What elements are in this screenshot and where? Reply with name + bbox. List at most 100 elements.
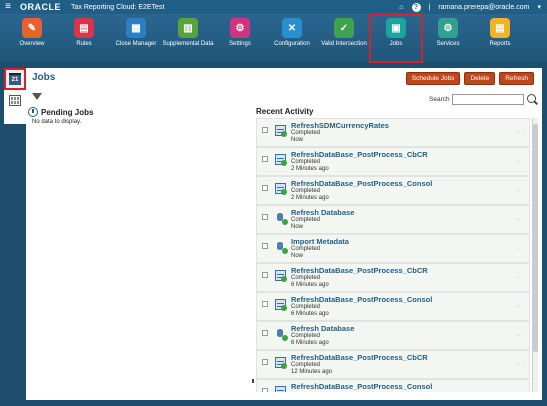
more-actions-icon[interactable]: ··· [516,129,525,136]
settings-icon: ⚙ [230,18,250,38]
more-actions-icon[interactable]: ··· [516,158,525,165]
calendar-icon: 21 [9,73,21,85]
delete-button[interactable]: Delete [464,72,496,85]
search-icon[interactable] [527,94,536,103]
row-checkbox[interactable] [262,272,268,278]
search-input[interactable] [452,94,524,105]
oracle-logo: ORACLE [20,2,61,12]
job-name[interactable]: RefreshDataBase_PostProcess_CbCR [291,150,529,159]
help-icon[interactable]: ? [411,2,421,12]
nav-label: Configuration [274,41,310,47]
nav-label: Services [436,41,460,47]
brand-bar: ≡ ORACLE Tax Reporting Cloud: E2ETest ⌂ … [0,0,547,14]
job-status: Completed [291,188,321,194]
nav-item-services[interactable]: ⚙ Services [422,14,474,62]
list-item[interactable]: RefreshDataBase_PostProcess_CbCR Complete… [256,147,530,176]
job-time: 6 Minutes ago [291,282,329,288]
job-status: Completed [291,333,321,339]
nav-item-valid-intersection[interactable]: ✓ Valid Intersection [318,14,370,62]
job-name[interactable]: Refresh Database [291,208,529,217]
jobs-icon: ▣ [386,18,406,38]
nav-item-settings[interactable]: ⚙ Settings [214,14,266,62]
more-actions-icon[interactable]: ··· [516,216,525,223]
job-name[interactable]: RefreshSDMCurrencyRates [291,121,529,130]
nav-item-close-manager[interactable]: ▦ Close Manager [110,14,162,62]
nav-label: Reports [489,41,511,47]
job-time: 2 Minutes ago [291,166,329,172]
home-icon[interactable]: ⌂ [399,4,403,11]
nav-item-rules[interactable]: ▤ Rules [58,14,110,62]
row-checkbox[interactable] [262,359,268,365]
list-item[interactable]: RefreshDataBase_PostProcess_CbCR Complete… [256,263,530,292]
chevron-down-icon[interactable]: ▾ [537,3,541,11]
splitter-handle[interactable] [252,379,254,383]
job-name[interactable]: RefreshDataBase_PostProcess_Consol [291,382,529,391]
list-item[interactable]: RefreshDataBase_PostProcess_Consol Comple… [256,176,530,205]
rule-job-icon [275,386,286,392]
page-title: Jobs [32,72,56,83]
pending-jobs-section: Pending Jobs No data to display. [28,107,254,125]
nav-item-jobs[interactable]: ▣ Jobs [369,13,423,63]
nav-label: Supplemental Data [162,41,214,47]
overview-icon: ✎ [22,18,42,38]
list-item[interactable]: RefreshDataBase_PostProcess_Consol Comple… [256,292,530,321]
schedule-jobs-button[interactable]: Schedule Jobs [405,72,461,85]
nav-item-supplemental-data[interactable]: ▥ Supplemental Data [162,14,214,62]
list-item[interactable]: Import Metadata Completed Now ··· [256,234,530,263]
hamburger-icon[interactable]: ≡ [0,0,16,14]
job-name[interactable]: Import Metadata [291,237,529,246]
rule-job-icon [275,125,287,137]
user-menu[interactable]: ramana.prerepa@oracle.com [438,4,529,11]
side-tab-jobs-calendar[interactable]: 21 [4,68,26,90]
more-actions-icon[interactable]: ··· [516,332,525,339]
row-checkbox[interactable] [262,156,268,162]
list-item[interactable]: Refresh Database Completed Now ··· [256,205,530,234]
job-time: 6 Minutes ago [291,340,329,346]
job-name[interactable]: RefreshDataBase_PostProcess_CbCR [291,266,529,275]
rule-job-icon [275,183,287,195]
more-actions-icon[interactable]: ··· [516,187,525,194]
row-checkbox[interactable] [262,214,268,220]
job-name[interactable]: RefreshDataBase_PostProcess_Consol [291,179,529,188]
more-actions-icon[interactable]: ··· [516,274,525,281]
more-actions-icon[interactable]: ··· [516,361,525,368]
nav-item-reports[interactable]: ▤ Reports [474,14,526,62]
rules-icon: ▤ [74,18,94,38]
nav-label: Valid Intersection [321,41,367,47]
row-checkbox[interactable] [262,301,268,307]
row-checkbox[interactable] [262,185,268,191]
row-checkbox[interactable] [262,127,268,133]
nav-label: Overview [19,41,45,47]
job-status: Completed [291,159,321,165]
database-job-icon [275,212,288,225]
list-item[interactable]: RefreshSDMCurrencyRates Completed Now ··· [256,118,530,147]
job-name[interactable]: RefreshDataBase_PostProcess_CbCR [291,353,529,362]
scrollbar[interactable] [532,118,538,392]
side-tab-library[interactable] [5,90,25,110]
filter-icon[interactable] [32,93,42,100]
list-item[interactable]: RefreshDataBase_PostProcess_Consol··· [256,379,530,392]
list-item[interactable]: Refresh Database Completed 6 Minutes ago ··… [256,321,530,350]
rule-job-icon [275,357,287,369]
nav-label: Rules [76,41,92,47]
nav-item-overview[interactable]: ✎ Overview [6,14,58,62]
job-name[interactable]: RefreshDataBase_PostProcess_Consol [291,295,529,304]
recent-activity-list: RefreshSDMCurrencyRates Completed Now ··· Re… [256,118,538,392]
refresh-button[interactable]: Refresh [499,72,534,85]
app-title: Tax Reporting Cloud: E2ETest [71,3,165,11]
more-actions-icon[interactable]: ··· [516,245,525,252]
row-checkbox[interactable] [262,243,268,249]
scroll-thumb[interactable] [533,124,538,352]
close-manager-icon: ▦ [126,18,146,38]
more-actions-icon[interactable]: ··· [516,390,525,392]
nav-item-configuration[interactable]: ✕ Configuration [266,14,318,62]
rule-job-icon [275,299,287,311]
job-time: 6 Minutes ago [291,311,329,317]
job-time: Now [291,253,304,259]
more-actions-icon[interactable]: ··· [516,303,525,310]
list-item[interactable]: RefreshDataBase_PostProcess_CbCR Complete… [256,350,530,379]
job-name[interactable]: Refresh Database [291,324,529,333]
empty-message: No data to display. [32,119,82,125]
row-checkbox[interactable] [262,388,268,392]
row-checkbox[interactable] [262,330,268,336]
